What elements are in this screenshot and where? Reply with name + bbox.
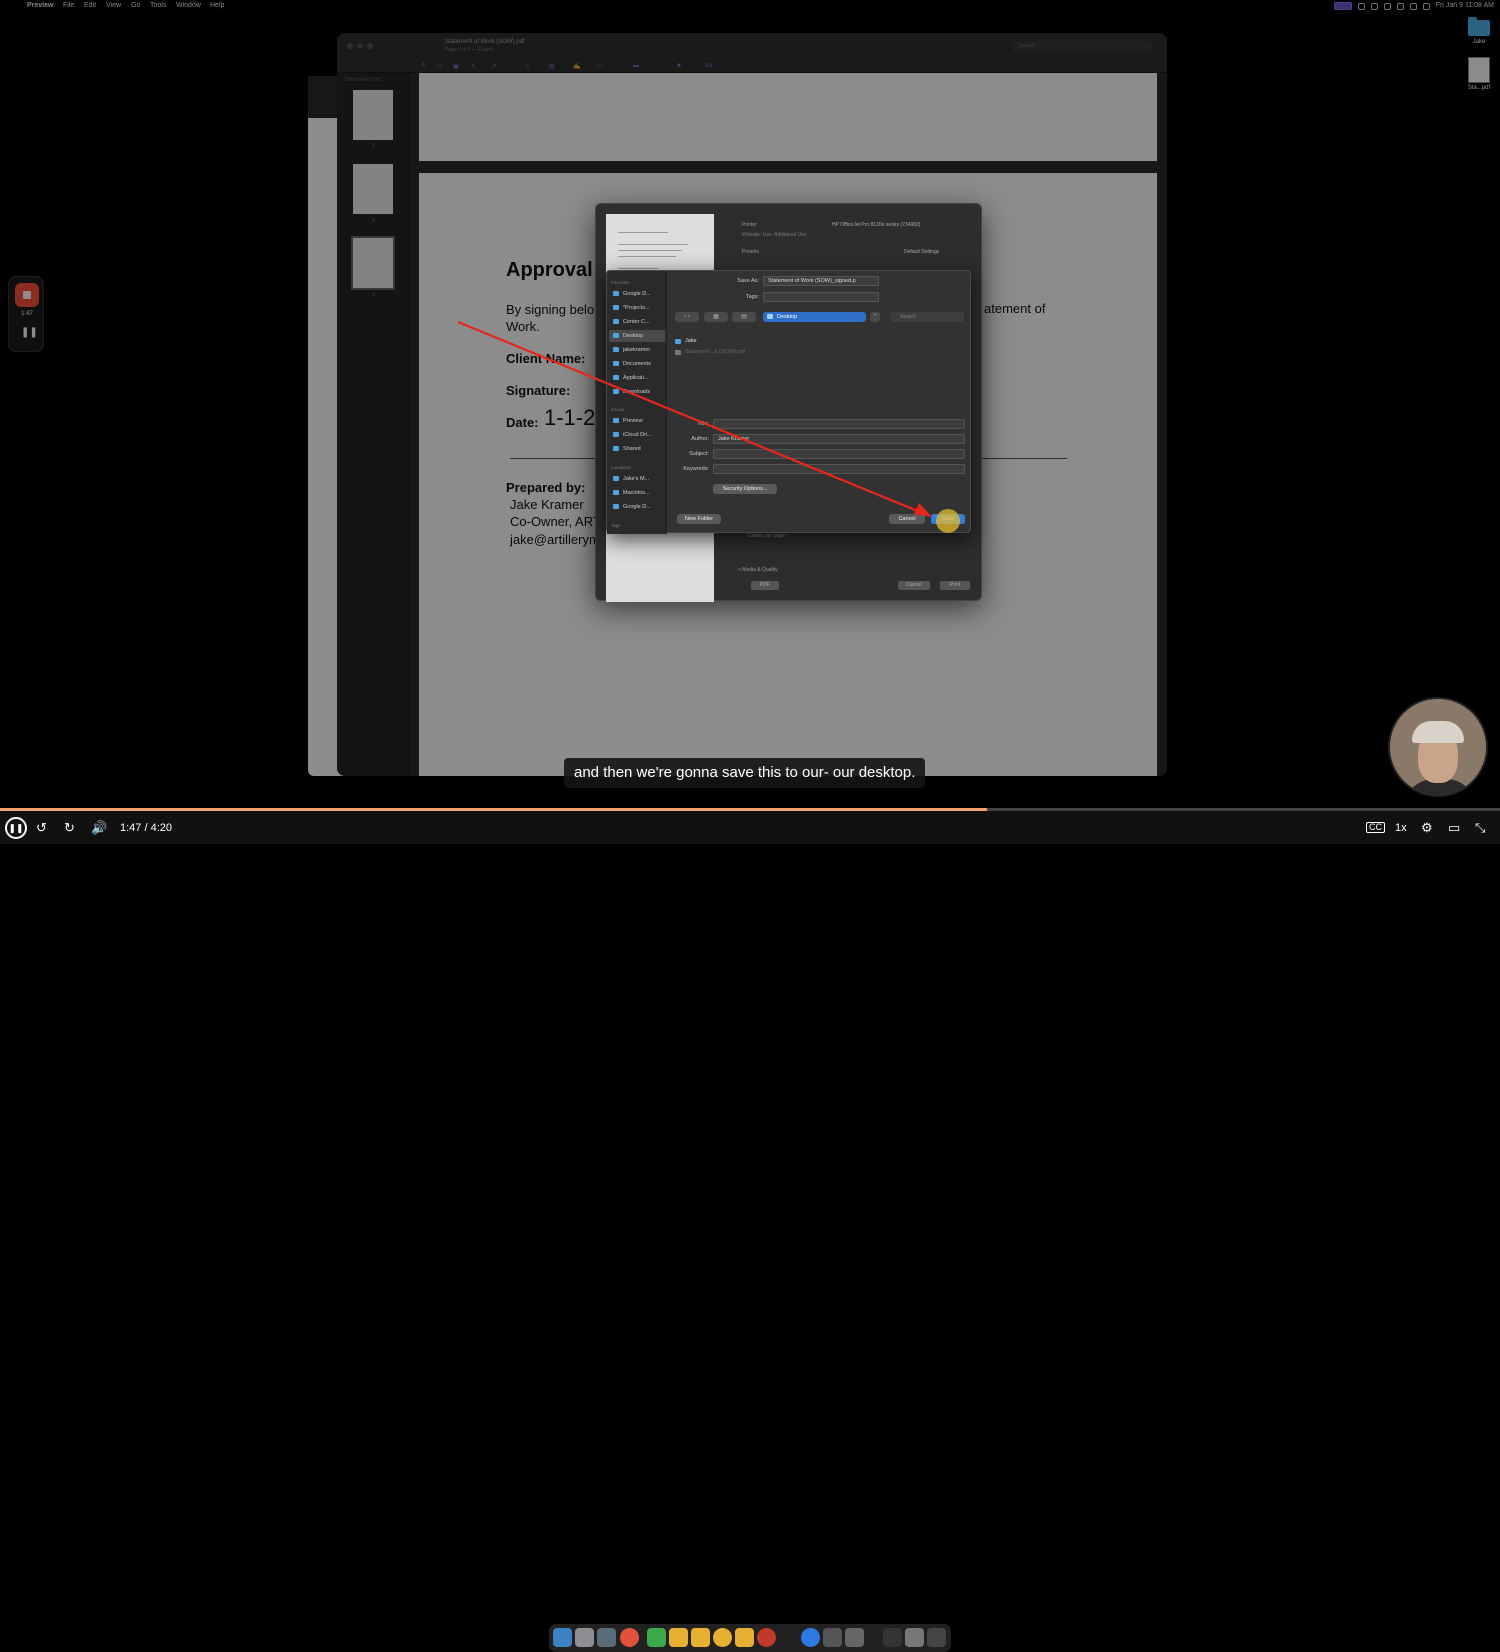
trash-icon[interactable] [927, 1628, 946, 1647]
emoji-icon[interactable] [713, 1628, 732, 1647]
settings-gear-icon[interactable]: ⚙ [1421, 819, 1433, 837]
app-icon[interactable] [597, 1628, 616, 1647]
app-icon[interactable] [905, 1628, 924, 1647]
app-icon[interactable] [823, 1628, 842, 1647]
chrome-icon[interactable] [620, 1628, 639, 1647]
presenter-cap [1412, 721, 1464, 743]
rewind-icon[interactable]: ↺ [36, 819, 47, 837]
launchpad-icon[interactable] [575, 1628, 594, 1647]
annotation-arrow [457, 320, 932, 517]
dock [549, 1624, 951, 1652]
video-player-controls: ❚❚ ↺ ↻ 🔊 1:47 / 4:20 CC 1x ⚙ ▭ ⤡ [0, 811, 1500, 1652]
eyes-icon[interactable] [779, 1628, 798, 1647]
forward-icon[interactable]: ↻ [64, 819, 75, 837]
emoji-icon[interactable] [669, 1628, 688, 1647]
captions-button[interactable]: CC [1366, 822, 1385, 833]
picture-in-picture-icon[interactable]: ▭ [1448, 819, 1460, 837]
playback-time: 1:47 / 4:20 [120, 822, 172, 834]
exit-fullscreen-icon[interactable]: ⤡ [1475, 819, 1485, 837]
subtitle-caption: and then we're gonna save this to our- o… [564, 758, 926, 788]
pause-button[interactable]: ❚❚ [5, 817, 27, 839]
webcam-overlay [1388, 697, 1488, 797]
emoji-icon[interactable] [691, 1628, 710, 1647]
arrow-line [457, 320, 921, 514]
app-icon[interactable] [883, 1628, 902, 1647]
playback-speed[interactable]: 1x [1395, 819, 1407, 837]
arrow-head [914, 503, 932, 517]
preview-app-icon[interactable] [845, 1628, 864, 1647]
messages-icon[interactable] [647, 1628, 666, 1647]
app-icon[interactable] [801, 1628, 820, 1647]
emoji-icon[interactable] [735, 1628, 754, 1647]
finder-icon[interactable] [553, 1628, 572, 1647]
volume-icon[interactable]: 🔊 [91, 819, 107, 837]
app-icon[interactable] [757, 1628, 776, 1647]
